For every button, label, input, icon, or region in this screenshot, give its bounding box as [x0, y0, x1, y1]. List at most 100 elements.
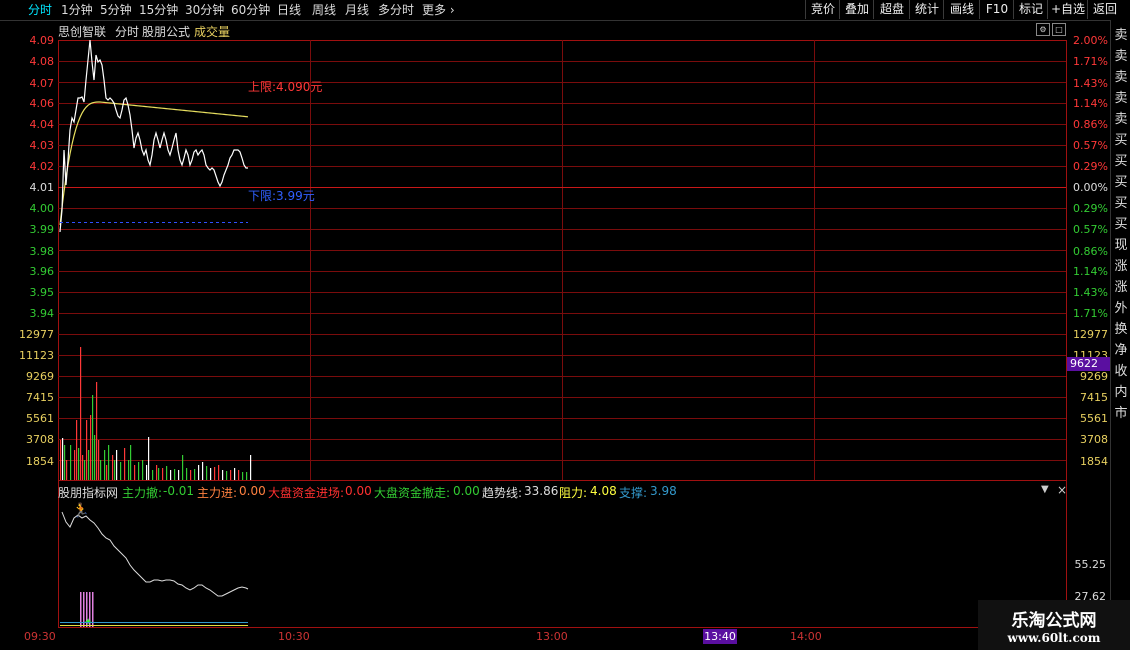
ind-value-0: -0.01	[163, 484, 195, 498]
vol-tick-right: 9269	[1080, 370, 1108, 383]
strip-char: 市	[1114, 406, 1128, 421]
pct-tick: 1.43%	[1073, 77, 1108, 90]
strip-char: 卖	[1114, 28, 1128, 43]
volume-bar	[242, 472, 244, 480]
indicator-name: 股朋指标网	[58, 486, 119, 500]
price-tick: 4.09	[29, 34, 55, 47]
pct-tick: 1.14%	[1073, 97, 1108, 110]
ind-label-5: 阻力:	[559, 486, 588, 500]
vol-tick: 12977	[19, 328, 54, 341]
strip-char: 涨	[1114, 259, 1128, 274]
price-tick: 4.08	[29, 55, 55, 68]
volume-bar	[250, 455, 252, 480]
volume-bar	[202, 462, 204, 480]
volume-bar	[246, 472, 248, 480]
volume-bar	[146, 465, 148, 480]
ind-tick: 55.25	[1074, 558, 1107, 571]
volume-bar	[148, 437, 150, 480]
volume-bar	[88, 450, 90, 480]
volume-bar	[226, 471, 228, 480]
time-label: 14:00	[790, 630, 822, 643]
watermark-title: 乐淘公式网	[1011, 611, 1097, 631]
volume-bar	[92, 395, 94, 480]
volume-bar	[214, 467, 216, 480]
price-tick: 3.99	[29, 223, 55, 236]
volume-bar	[138, 462, 140, 480]
strip-char: 外	[1114, 301, 1128, 316]
ind-value-6: 3.98	[650, 484, 677, 498]
ind-value-4: 33.86	[524, 484, 559, 498]
vol-tick: 11123	[19, 349, 54, 362]
volume-bar	[64, 445, 66, 480]
volume-bar	[74, 450, 76, 480]
strip-char: 收	[1114, 364, 1128, 379]
vol-tick-right: 12977	[1073, 328, 1108, 341]
price-tick: 4.07	[29, 77, 55, 90]
strip-char: 买	[1114, 175, 1128, 190]
timeshare-chart: ✦ 🏃	[58, 39, 1067, 628]
indicator-bar	[80, 592, 82, 627]
price-tick: 4.02	[29, 160, 55, 173]
volume-bar	[70, 445, 72, 480]
close-icon[interactable]: ×	[1057, 483, 1067, 497]
strip-char: 净	[1114, 343, 1128, 358]
volume-bar	[106, 465, 108, 480]
strip-char: 买	[1114, 217, 1128, 232]
trend-line	[61, 511, 249, 597]
strip-char: 卖	[1114, 91, 1128, 106]
ind-label-0: 主力撤:	[122, 486, 163, 500]
volume-bar	[156, 465, 158, 480]
volume-bar	[152, 470, 154, 480]
strip-char: 买	[1114, 196, 1128, 211]
vol-tick: 3708	[26, 433, 54, 446]
upper-limit-label: 上限:4.090元	[248, 80, 323, 94]
volume-bar	[142, 460, 144, 480]
ind-label-1: 主力进:	[197, 486, 238, 500]
price-line	[59, 39, 248, 233]
volume-bar	[210, 468, 212, 480]
price-tick: 4.00	[29, 202, 55, 215]
volume-bar	[206, 466, 208, 480]
vol-tick: 1854	[26, 455, 54, 468]
price-tick: 4.04	[29, 118, 55, 131]
volume-bar	[174, 469, 176, 480]
pct-tick: 0.57%	[1073, 223, 1108, 236]
volume-bar	[98, 440, 100, 480]
lower-limit-label: 下限:3.99元	[248, 189, 315, 203]
vol-tick-right: 5561	[1080, 412, 1108, 425]
vol-tick: 7415	[26, 391, 54, 404]
ind-label-2: 大盘资金进场:	[268, 486, 345, 500]
pct-tick: 0.57%	[1073, 139, 1108, 152]
ind-label-6: 支撑:	[619, 486, 648, 500]
strip-char: 内	[1114, 385, 1128, 400]
volume-bar	[166, 466, 168, 480]
volume-bar	[86, 420, 88, 480]
watermark: 乐淘公式网 www.60lt.com	[978, 600, 1130, 650]
volume-bar	[120, 462, 122, 480]
runner-icon: 🏃	[72, 502, 89, 519]
volume-bar	[182, 455, 184, 480]
pct-tick: 0.29%	[1073, 202, 1108, 215]
strip-char: 现	[1114, 238, 1128, 253]
price-tick: 3.96	[29, 265, 55, 278]
cursor-time-badge: 13:40	[703, 629, 737, 644]
volume-bar	[158, 468, 160, 480]
dropdown-icon[interactable]: ▼	[1041, 484, 1049, 495]
ind-label-4: 趋势线:	[482, 486, 523, 500]
price-tick: 4.01	[29, 181, 55, 194]
pct-tick: 0.86%	[1073, 118, 1108, 131]
volume-bar	[130, 445, 132, 480]
volume-bar	[112, 455, 114, 480]
volume-bar	[162, 468, 164, 480]
ind-label-3: 大盘资金撤走:	[374, 486, 451, 500]
volume-bar	[124, 448, 126, 480]
ind-value-3: 0.00	[453, 484, 480, 498]
pct-tick: 2.00%	[1073, 34, 1108, 47]
volume-bar	[82, 455, 84, 480]
volume-bar	[198, 465, 200, 480]
price-tick: 3.98	[29, 245, 55, 258]
ind-value-2: 0.00	[345, 484, 372, 498]
watermark-url: www.60lt.com	[1007, 631, 1101, 645]
pct-tick: 0.86%	[1073, 245, 1108, 258]
volume-bar	[60, 440, 62, 480]
